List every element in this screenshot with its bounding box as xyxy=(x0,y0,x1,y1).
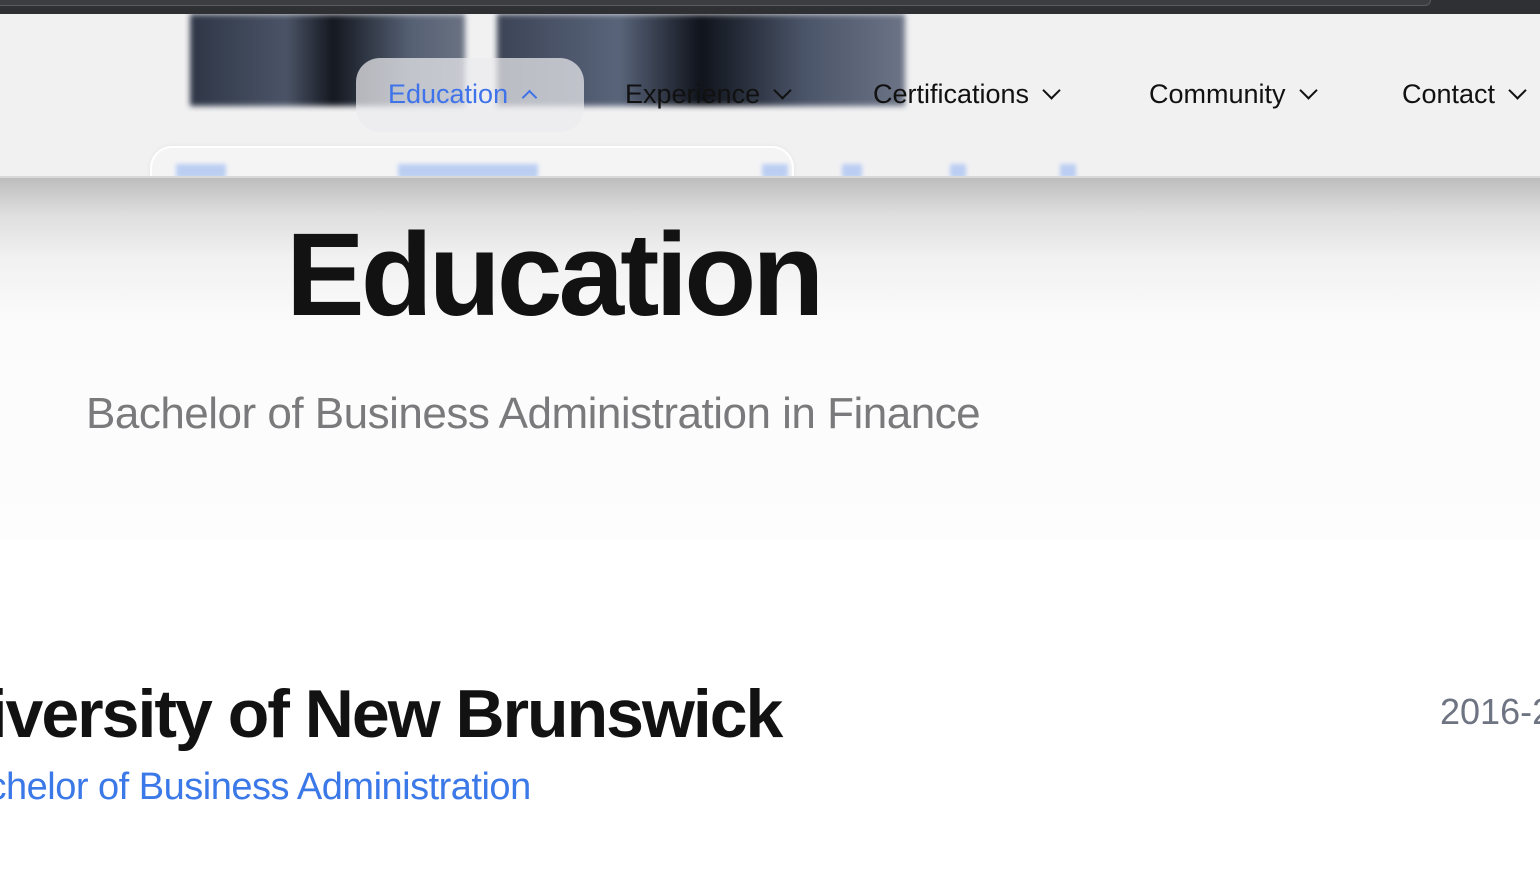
chevron-down-icon xyxy=(773,80,792,100)
nav-item-label: Community xyxy=(1149,78,1286,109)
date-range: 2016-2020 xyxy=(1440,691,1540,732)
dropdown-item-ghost xyxy=(1060,164,1076,176)
navigation-bar: Education Experience Certifications Comm… xyxy=(0,14,1540,178)
school-name: University of New Brunswick xyxy=(0,676,783,752)
browser-address-bar-edge xyxy=(0,0,1431,6)
nav-item-contact[interactable]: Contact xyxy=(1402,76,1527,112)
browser-chrome-strip xyxy=(0,0,1540,14)
nav-item-label: Education xyxy=(388,78,509,109)
chevron-down-icon xyxy=(1298,80,1318,100)
nav-item-label: Contact xyxy=(1402,78,1496,109)
nav-item-community[interactable]: Community xyxy=(1149,76,1318,112)
chevron-up-icon xyxy=(521,89,538,105)
degree-link[interactable]: Bachelor of Business Administration xyxy=(0,764,531,810)
page: Education Experience Certifications Comm… xyxy=(0,0,1540,872)
nav-item-label: Experience xyxy=(625,78,761,109)
dropdown-item-ghost xyxy=(950,164,966,176)
nav-item-education[interactable]: Education xyxy=(388,76,538,112)
page-title: Education xyxy=(286,209,824,341)
nav-item-label: Certifications xyxy=(873,78,1030,109)
dropdown-item-ghost xyxy=(398,164,538,176)
nav-item-certifications[interactable]: Certifications xyxy=(873,76,1061,112)
dropdown-item-ghost xyxy=(176,164,226,176)
chevron-down-icon xyxy=(1508,80,1527,100)
dropdown-item-ghost xyxy=(762,164,788,176)
page-subtitle: Bachelor of Business Administration in F… xyxy=(86,389,981,438)
nav-item-experience[interactable]: Experience xyxy=(625,76,792,112)
chevron-down-icon xyxy=(1042,80,1061,100)
dropdown-item-ghost xyxy=(842,164,862,176)
